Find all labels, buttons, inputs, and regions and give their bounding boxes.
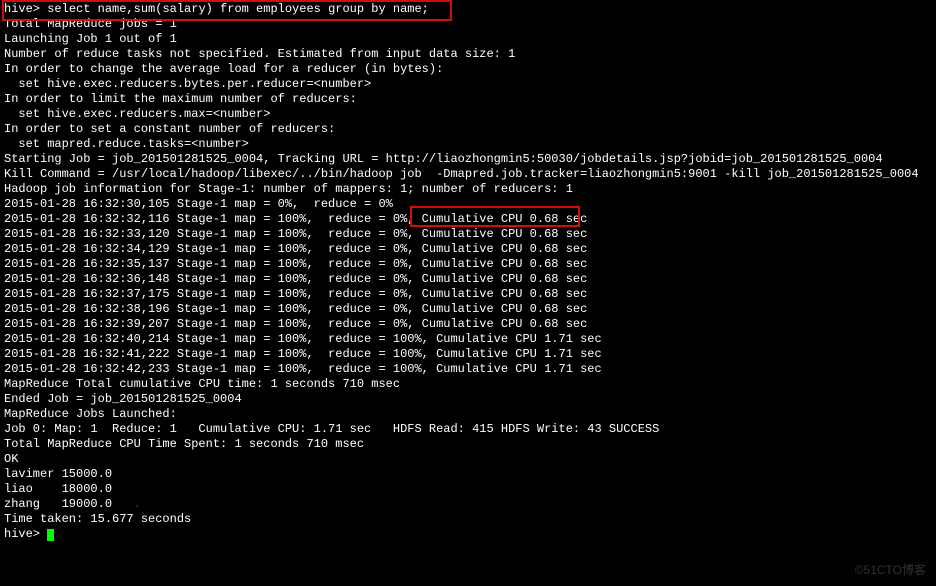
prompt: hive> [4, 527, 40, 541]
log-line: In order to change the average load for … [4, 62, 443, 76]
log-line: 2015-01-28 16:32:38,196 Stage-1 map = 10… [4, 302, 587, 316]
log-line: 2015-01-28 16:32:32,116 Stage-1 map = 10… [4, 212, 587, 226]
log-line: 2015-01-28 16:32:34,129 Stage-1 map = 10… [4, 242, 587, 256]
log-line: In order to limit the maximum number of … [4, 92, 357, 106]
log-line: 2015-01-28 16:32:42,233 Stage-1 map = 10… [4, 362, 602, 376]
log-line: Hadoop job information for Stage-1: numb… [4, 182, 573, 196]
log-line: MapReduce Jobs Launched: [4, 407, 177, 421]
terminal-output[interactable]: hive> select name,sum(salary) from emplo… [0, 0, 936, 544]
log-line: Starting Job = job_201501281525_0004, Tr… [4, 152, 883, 166]
log-line: Kill Command = /usr/local/hadoop/libexec… [4, 167, 919, 181]
log-line: Job 0: Map: 1 Reduce: 1 Cumulative CPU: … [4, 422, 659, 436]
cursor-icon [47, 529, 54, 541]
log-line: 2015-01-28 16:32:40,214 Stage-1 map = 10… [4, 332, 602, 346]
log-line: In order to set a constant number of red… [4, 122, 335, 136]
log-line: set mapred.reduce.tasks=<number> [4, 137, 249, 151]
log-line: 2015-01-28 16:32:30,105 Stage-1 map = 0%… [4, 197, 393, 211]
log-line: Launching Job 1 out of 1 [4, 32, 177, 46]
log-line: set hive.exec.reducers.bytes.per.reducer… [4, 77, 371, 91]
result-row: lavimer 15000.0 [4, 467, 112, 481]
time-taken: Time taken: 15.677 seconds [4, 512, 191, 526]
marker-icon: . [134, 497, 141, 511]
log-line: 2015-01-28 16:32:35,137 Stage-1 map = 10… [4, 257, 587, 271]
log-line: 2015-01-28 16:32:41,222 Stage-1 map = 10… [4, 347, 602, 361]
prompt: hive> [4, 2, 40, 16]
result-row: zhang 19000.0 [4, 497, 112, 511]
sql-command: select name,sum(salary) from employees g… [47, 2, 429, 16]
log-line: Number of reduce tasks not specified. Es… [4, 47, 515, 61]
log-line: 2015-01-28 16:32:33,120 Stage-1 map = 10… [4, 227, 587, 241]
watermark: ©51CTO博客 [855, 561, 926, 578]
log-line: Ended Job = job_201501281525_0004 [4, 392, 242, 406]
log-line: 2015-01-28 16:32:36,148 Stage-1 map = 10… [4, 272, 587, 286]
log-line: Total MapReduce jobs = 1 [4, 17, 177, 31]
log-line: OK [4, 452, 18, 466]
log-line: MapReduce Total cumulative CPU time: 1 s… [4, 377, 400, 391]
log-line: set hive.exec.reducers.max=<number> [4, 107, 270, 121]
log-line: Total MapReduce CPU Time Spent: 1 second… [4, 437, 364, 451]
log-line: 2015-01-28 16:32:39,207 Stage-1 map = 10… [4, 317, 587, 331]
result-row: liao 18000.0 [4, 482, 112, 496]
log-line: 2015-01-28 16:32:37,175 Stage-1 map = 10… [4, 287, 587, 301]
